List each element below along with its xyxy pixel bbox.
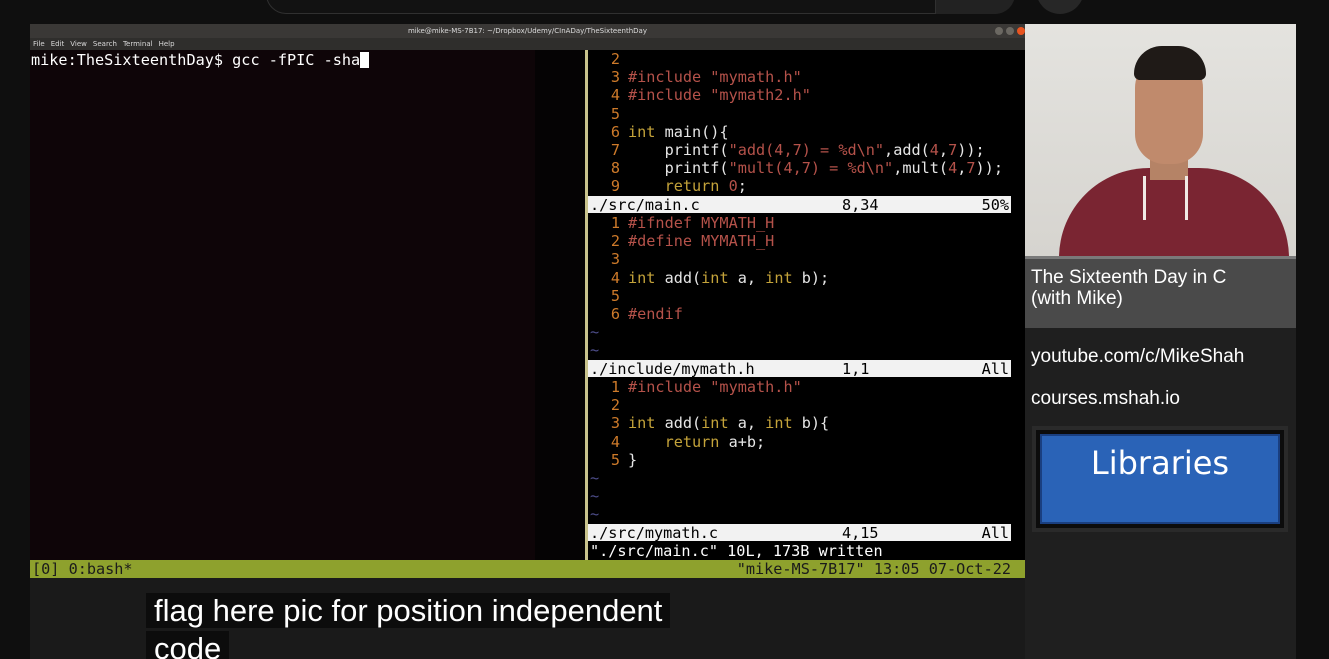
video-player[interactable]: mike@mike-MS-7B17: ~/Dropbox/Udemy/CInAD… [30, 24, 1296, 659]
code-text: return 0; [664, 177, 747, 196]
caption-line-2: code [146, 631, 230, 659]
series-title: The Sixteenth Day in C (with Mike) [1031, 267, 1227, 309]
caption-line-1: flag here pic for position independent [146, 593, 671, 628]
youtube-header [0, 0, 1329, 24]
code-text: printf("add(4,7) = %d\n",add(4,7)); [628, 141, 985, 159]
code-line: 1 #ifndef MYMATH_H [588, 214, 1025, 232]
line-number: 5 [610, 450, 620, 469]
code-text: #include "mymath.h" [628, 378, 802, 396]
search-button[interactable] [935, 0, 1015, 14]
topic-label: Libraries [1090, 444, 1230, 482]
empty-line-tilde: ~ [590, 487, 600, 506]
window-controls [995, 27, 1025, 35]
code-line: 3 int add(int a, int b){ [588, 414, 1025, 432]
code-line: 1 #include "mymath.h" [588, 378, 1025, 396]
youtube-channel-link: youtube.com/c/MikeShah [1031, 346, 1245, 367]
tmux-window-list: [0] 0:bash* [32, 560, 133, 578]
code-text: int main(){ [628, 122, 729, 141]
vim-command-line: "./src/main.c" 10L, 173B written [590, 542, 883, 560]
line-number: 1 [610, 214, 620, 232]
code-line: 5} [588, 451, 1025, 469]
topic-card: Libraries [1032, 426, 1288, 532]
line-number: 6 [610, 305, 620, 323]
code-text: #endif [628, 305, 683, 323]
line-number: 6 [610, 122, 620, 141]
code-line: 3 #include "mymath.h" [588, 68, 1025, 86]
empty-line-tilde: ~ [590, 323, 600, 342]
code-line: 2 [588, 396, 1025, 414]
shell-prompt: mike:TheSixteenthDay$ gcc -fPIC -sha [31, 51, 370, 69]
line-number: 4 [610, 86, 620, 105]
menu-edit: Edit [50, 40, 65, 48]
menu-help: Help [158, 40, 175, 48]
courses-link: courses.mshah.io [1031, 388, 1180, 409]
code-text: #include "mymath2.h" [628, 86, 811, 105]
vim-pane: 2 3 #include "mymath.h" 4 #include "mymath2.… [588, 50, 1025, 560]
line-number: 4 [610, 268, 620, 287]
line-number: 8 [610, 159, 620, 178]
code-line: 4 int add(int a, int b); [588, 269, 1025, 287]
line-number: 5 [610, 286, 620, 305]
course-info-panel: The Sixteenth Day in C (with Mike) youtu… [1025, 256, 1296, 659]
webcam-feed [1025, 24, 1296, 256]
code-text: int add(int a, int b){ [628, 414, 830, 433]
maximize-icon [1006, 27, 1014, 35]
code-text: #ifndef MYMATH_H [628, 214, 775, 232]
status-line-mymath-h: ./include/mymath.h 1,1 All [588, 360, 1011, 378]
line-number: 4 [610, 432, 620, 451]
status-line-main-c: ./src/main.c 8,34 50% [588, 196, 1011, 214]
line-number: 5 [610, 104, 620, 123]
empty-line-tilde: ~ [590, 505, 600, 524]
close-icon [1017, 27, 1025, 35]
menu-view: View [70, 40, 87, 48]
code-line: 4 #include "mymath2.h" [588, 86, 1025, 104]
code-line: 7 printf("add(4,7) = %d\n",add(4,7)); [588, 141, 1025, 159]
line-number: 2 [610, 232, 620, 251]
code-line: 3 [588, 250, 1025, 268]
shell-pane: mike:TheSixteenthDay$ gcc -fPIC -sha [30, 50, 585, 560]
line-number: 9 [610, 177, 620, 196]
code-line: 2 #define MYMATH_H [588, 232, 1025, 250]
terminal-menubar: File Edit View Search Terminal Help [30, 38, 1025, 50]
series-title-box: The Sixteenth Day in C (with Mike) [1025, 256, 1296, 328]
code-text: return a+b; [664, 432, 766, 451]
code-line: 2 [588, 50, 1025, 68]
empty-line-tilde: ~ [590, 341, 600, 360]
empty-line-tilde: ~ [590, 469, 600, 487]
code-line: 8 printf("mult(4,7) = %d\n",mult(4,7)); [588, 159, 1025, 177]
code-line: 5 [588, 287, 1025, 305]
code-text: #define MYMATH_H [628, 232, 775, 251]
line-number: 2 [610, 50, 620, 68]
code-line: 6 #endif [588, 305, 1025, 323]
code-text: printf("mult(4,7) = %d\n",mult(4,7)); [628, 159, 1003, 178]
code-line: 4 return a+b; [588, 433, 1025, 451]
tmux-host-clock: "mike-MS-7B17" 13:05 07-Oct-22 [736, 560, 1011, 578]
text-cursor [360, 52, 370, 68]
closed-caption: flag here pic for position independent c… [146, 592, 671, 659]
line-number: 7 [610, 141, 620, 159]
code-line: 6 int main(){ [588, 123, 1025, 141]
line-number: 3 [610, 414, 620, 433]
line-number: 2 [610, 396, 620, 415]
menu-terminal: Terminal [122, 40, 153, 48]
line-number: 3 [610, 68, 620, 87]
menu-file: File [33, 40, 45, 48]
minimize-icon [995, 27, 1003, 35]
terminal-titlebar: mike@mike-MS-7B17: ~/Dropbox/Udemy/CInAD… [30, 24, 1025, 38]
line-number: 3 [610, 250, 620, 269]
status-line-mymath-c: ./src/mymath.c 4,15 All [588, 524, 1011, 542]
tmux-status-bar: [0] 0:bash* "mike-MS-7B17" 13:05 07-Oct-… [30, 560, 1025, 578]
code-line: 5 [588, 105, 1025, 123]
code-text: #include "mymath.h" [628, 68, 802, 87]
search-input[interactable] [266, 0, 1014, 14]
code-text: int add(int a, int b); [628, 268, 830, 287]
code-line: 9 return 0; [588, 177, 1025, 195]
terminal-title: mike@mike-MS-7B17: ~/Dropbox/Udemy/CInAD… [407, 27, 647, 35]
code-text: } [628, 450, 638, 469]
voice-search-button[interactable] [1036, 0, 1084, 14]
menu-search: Search [92, 40, 117, 48]
line-number: 1 [610, 378, 620, 396]
terminal-body: mike:TheSixteenthDay$ gcc -fPIC -sha 2 3 #… [30, 50, 1025, 560]
